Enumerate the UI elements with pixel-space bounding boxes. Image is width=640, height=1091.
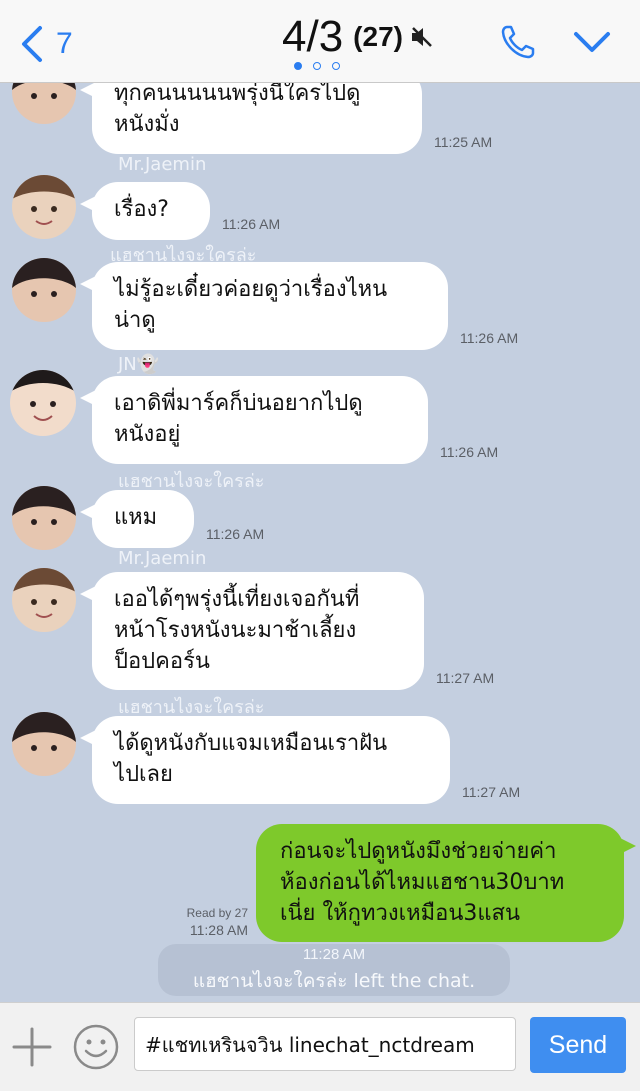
read-receipt: Read by 27 (186, 906, 248, 920)
message-line: หนังมั่ง (114, 112, 180, 137)
system-notice: 11:28 AM แฮชานไงจะใครล่ะ left the chat. (158, 944, 510, 996)
message-time: 11:26 AM (206, 526, 265, 542)
page-dot (313, 62, 321, 70)
message-line: หน้าโรงหนังนะมาช้าเลี้ยง (114, 618, 357, 643)
sender-name: Mr.Jaemin (118, 154, 207, 175)
message-line: น่าดู (114, 308, 156, 333)
chevron-left-icon (22, 26, 42, 62)
message-bubble[interactable]: แหม (80, 490, 194, 548)
chat-title: 4/3 (282, 12, 344, 61)
avatar[interactable] (12, 568, 76, 632)
message-time: 11:26 AM (440, 444, 499, 460)
message-time: 11:26 AM (222, 216, 281, 232)
message-line: เออได้ๆพรุ่งนี้เที่ยงเจอกันที่ (114, 587, 360, 612)
message-line: เอาดิพี่มาร์คก็บ่นอยากไปดู (114, 391, 363, 416)
message-bubble[interactable]: ได้ดูหนังกับแจมเหมือนเราฝัน ไปเลย (80, 716, 450, 804)
sender-name: Mr.Jaemin (118, 548, 207, 569)
message-time: 11:25 AM (434, 134, 493, 150)
notice-text: แฮชานไงจะใครล่ะ left the chat. (192, 970, 476, 992)
chat-header: 7 4/3 (27) (0, 0, 640, 83)
chat-title-group[interactable]: 4/3 (27) (282, 12, 435, 62)
page-dot (294, 62, 302, 70)
send-button[interactable]: Send (530, 1017, 626, 1073)
message-line: ไม่รู้อะเดี๋ยวค่อยดูว่าเรื่องไหน (114, 277, 388, 302)
message-time: 11:28 AM (189, 922, 248, 938)
notice-time: 11:28 AM (302, 946, 366, 963)
message-input-bar: #แชทเหรินจวิน linechat_nctdream Send (0, 1002, 640, 1091)
message-line: เนี่ย ให้กูทวงเหมือน3แสน (280, 901, 521, 926)
emoji-icon[interactable] (72, 1023, 120, 1071)
message-line: เรื่อง? (114, 197, 169, 222)
phone-icon[interactable] (498, 22, 538, 62)
plus-icon[interactable] (10, 1025, 54, 1069)
message-line: ห้องก่อนได้ไหมแฮชาน30บาท (280, 870, 565, 895)
message-line: ไปเลย (114, 762, 173, 787)
message-input[interactable]: #แชทเหรินจวิน linechat_nctdream (134, 1017, 516, 1071)
outgoing-message-bubble[interactable]: ก่อนจะไปดูหนังมึงช่วยจ่ายค่า ห้องก่อนได้… (256, 824, 636, 942)
message-bubble[interactable]: เรื่อง? (80, 182, 210, 240)
avatar[interactable] (12, 486, 76, 550)
message-line: ก่อนจะไปดูหนังมึงช่วยจ่ายค่า (280, 839, 557, 864)
mute-icon (411, 27, 432, 47)
message-line: แหม (114, 505, 158, 530)
message-time: 11:26 AM (460, 330, 519, 346)
message-line: หนังอยู่ (114, 422, 181, 447)
member-count: (27) (353, 21, 403, 52)
message-bubble[interactable]: เออได้ๆพรุ่งนี้เที่ยงเจอกันที่ หน้าโรงหน… (80, 572, 424, 690)
message-bubble[interactable]: ไม่รู้อะเดี๋ยวค่อยดูว่าเรื่องไหน น่าดู (80, 262, 448, 350)
avatar[interactable] (12, 258, 76, 322)
chevron-down-icon[interactable] (572, 22, 612, 62)
message-bubble[interactable]: เอาดิพี่มาร์คก็บ่นอยากไปดู หนังอยู่ (80, 376, 428, 464)
avatar[interactable] (12, 175, 76, 239)
avatar[interactable] (12, 712, 76, 776)
message-time: 11:27 AM (462, 784, 521, 800)
message-line: ป็อปคอร์น (114, 649, 210, 674)
avatar[interactable] (10, 370, 76, 436)
page-dot (332, 62, 340, 70)
page-indicator (294, 62, 340, 70)
message-line: ได้ดูหนังกับแจมเหมือนเราฝัน (114, 731, 388, 756)
unread-count: 7 (56, 27, 73, 60)
sender-name: JN👻 (118, 354, 160, 375)
message-time: 11:27 AM (436, 670, 495, 686)
back-button[interactable]: 7 (18, 24, 73, 64)
